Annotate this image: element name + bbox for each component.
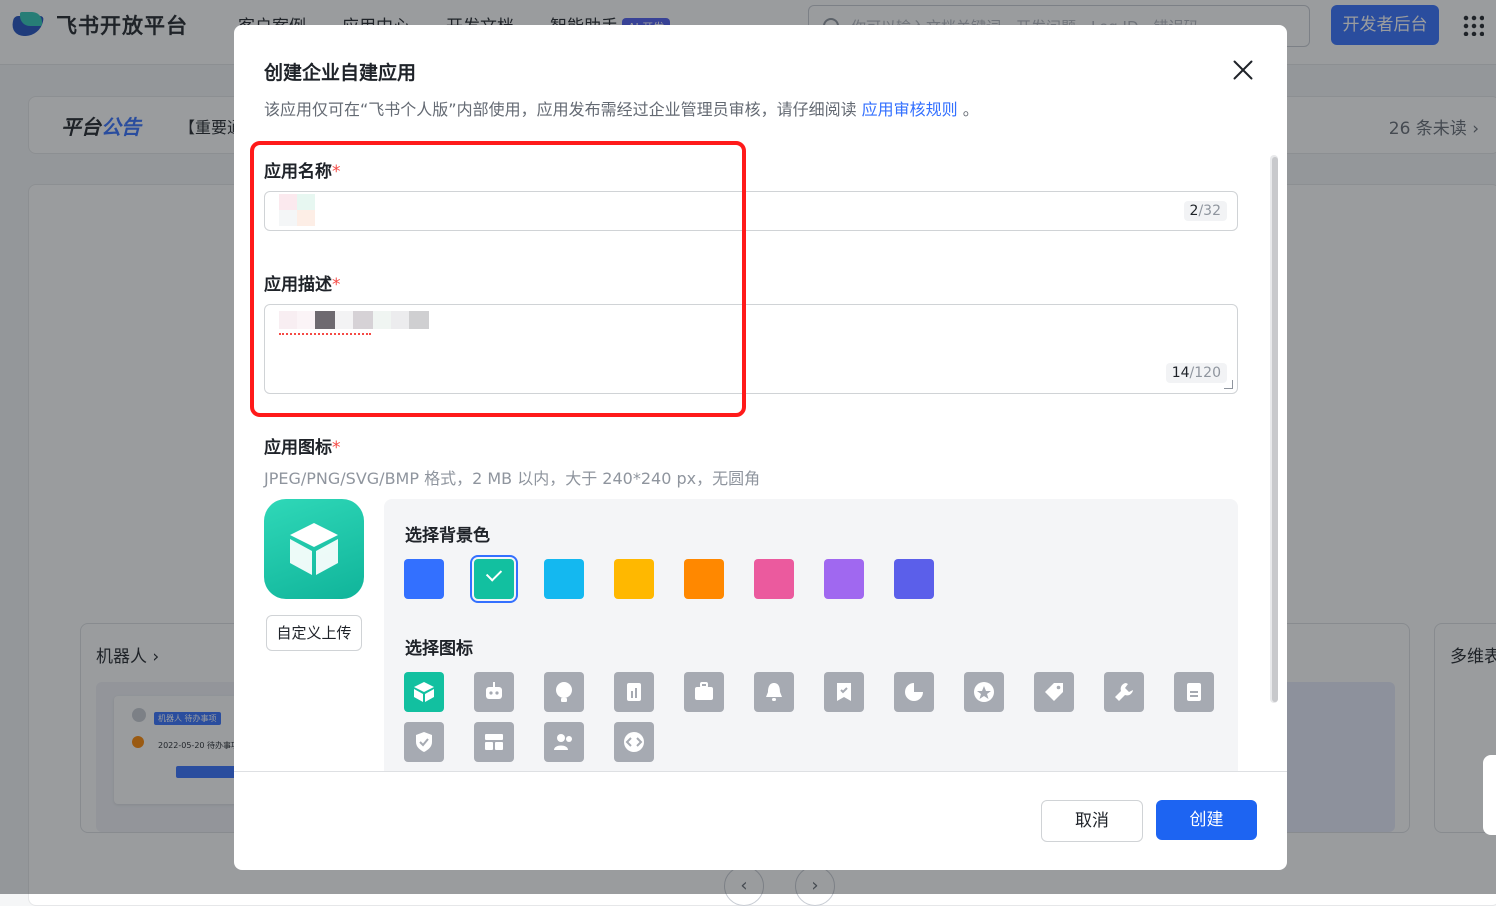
cube-icon[interactable]	[404, 672, 444, 712]
dialog-description: 该应用仅可在“飞书个人版”内部使用，应用发布需经过企业管理员审核，请仔细阅读 应…	[264, 96, 979, 120]
app-description-textarea[interactable]: 14/120	[264, 304, 1238, 394]
app-name-counter-max: /32	[1198, 203, 1221, 219]
scrollbar-thumb[interactable]	[1272, 157, 1278, 702]
tag-icon[interactable]	[1034, 672, 1074, 712]
check-icon	[485, 565, 503, 582]
app-name-label-text: 应用名称	[264, 162, 332, 182]
app-icon-label-text: 应用图标	[264, 438, 332, 458]
cancel-button[interactable]: 取消	[1041, 800, 1143, 842]
spellcheck-underline	[279, 333, 371, 335]
color-swatch[interactable]	[894, 559, 934, 599]
create-app-dialog: 创建企业自建应用 该应用仅可在“飞书个人版”内部使用，应用发布需经过企业管理员审…	[234, 25, 1287, 870]
color-swatch[interactable]	[470, 555, 518, 603]
app-name-input[interactable]: 2/32	[264, 191, 1238, 231]
color-swatch[interactable]	[614, 559, 654, 599]
cube-icon	[290, 523, 338, 575]
color-swatch[interactable]	[404, 559, 444, 599]
create-button[interactable]: 创建	[1156, 800, 1257, 840]
people-icon[interactable]	[544, 722, 584, 762]
app-name-value-redacted	[279, 194, 315, 226]
app-icon-preview	[264, 499, 364, 599]
wrench-icon[interactable]	[1104, 672, 1144, 712]
briefcase-icon[interactable]	[684, 672, 724, 712]
file-icon[interactable]	[1174, 672, 1214, 712]
required-mark: *	[332, 162, 341, 182]
app-description-counter: 14/120	[1165, 363, 1227, 383]
layout-icon[interactable]	[474, 722, 514, 762]
dialog-scroll-area[interactable]: 应用名称* 2/32 应用描述* 14/120 应用图标* JPEG/PNG/S…	[234, 143, 1287, 771]
app-name-counter: 2/32	[1183, 201, 1227, 221]
dialog-description-text: 该应用仅可在“飞书个人版”内部使用，应用发布需经过企业管理员审核，请仔细阅读	[264, 100, 862, 119]
custom-upload-button[interactable]: 自定义上传	[266, 615, 362, 651]
robot-icon[interactable]	[474, 672, 514, 712]
color-swatch[interactable]	[754, 559, 794, 599]
dialog-title: 创建企业自建应用	[264, 62, 417, 84]
color-swatch[interactable]	[684, 559, 724, 599]
color-swatch[interactable]	[544, 559, 584, 599]
app-name-label: 应用名称*	[264, 157, 341, 182]
bg-color-title: 选择背景色	[405, 526, 490, 546]
code-icon[interactable]	[614, 722, 654, 762]
close-icon[interactable]	[1230, 57, 1256, 83]
app-description-label: 应用描述*	[264, 270, 341, 295]
app-icon-label: 应用图标*	[264, 433, 341, 458]
app-description-value-redacted	[279, 311, 429, 329]
side-panel-handle[interactable]	[1483, 755, 1496, 835]
lightbulb-icon[interactable]	[544, 672, 584, 712]
app-description-counter-current: 14	[1171, 365, 1190, 381]
bell-icon[interactable]	[754, 672, 794, 712]
app-icon-hint: JPEG/PNG/SVG/BMP 格式，2 MB 以内，大于 240*240 p…	[264, 469, 761, 488]
color-swatch[interactable]	[824, 559, 864, 599]
required-mark: *	[332, 438, 341, 458]
footer-divider	[234, 771, 1287, 772]
app-description-label-text: 应用描述	[264, 275, 332, 295]
icon-picker-panel: 选择背景色 选择图标	[384, 499, 1238, 771]
dialog-description-end: 。	[957, 100, 979, 119]
star-badge-icon[interactable]	[964, 672, 1004, 712]
required-mark: *	[332, 275, 341, 295]
shield-check-icon[interactable]	[404, 722, 444, 762]
icon-title: 选择图标	[405, 639, 473, 659]
review-rules-link[interactable]: 应用审核规则	[862, 100, 958, 119]
resize-handle-icon[interactable]	[1224, 380, 1233, 389]
document-chart-icon[interactable]	[614, 672, 654, 712]
bookmark-check-icon[interactable]	[824, 672, 864, 712]
pie-chart-icon[interactable]	[894, 672, 934, 712]
app-description-counter-max: /120	[1189, 365, 1221, 381]
